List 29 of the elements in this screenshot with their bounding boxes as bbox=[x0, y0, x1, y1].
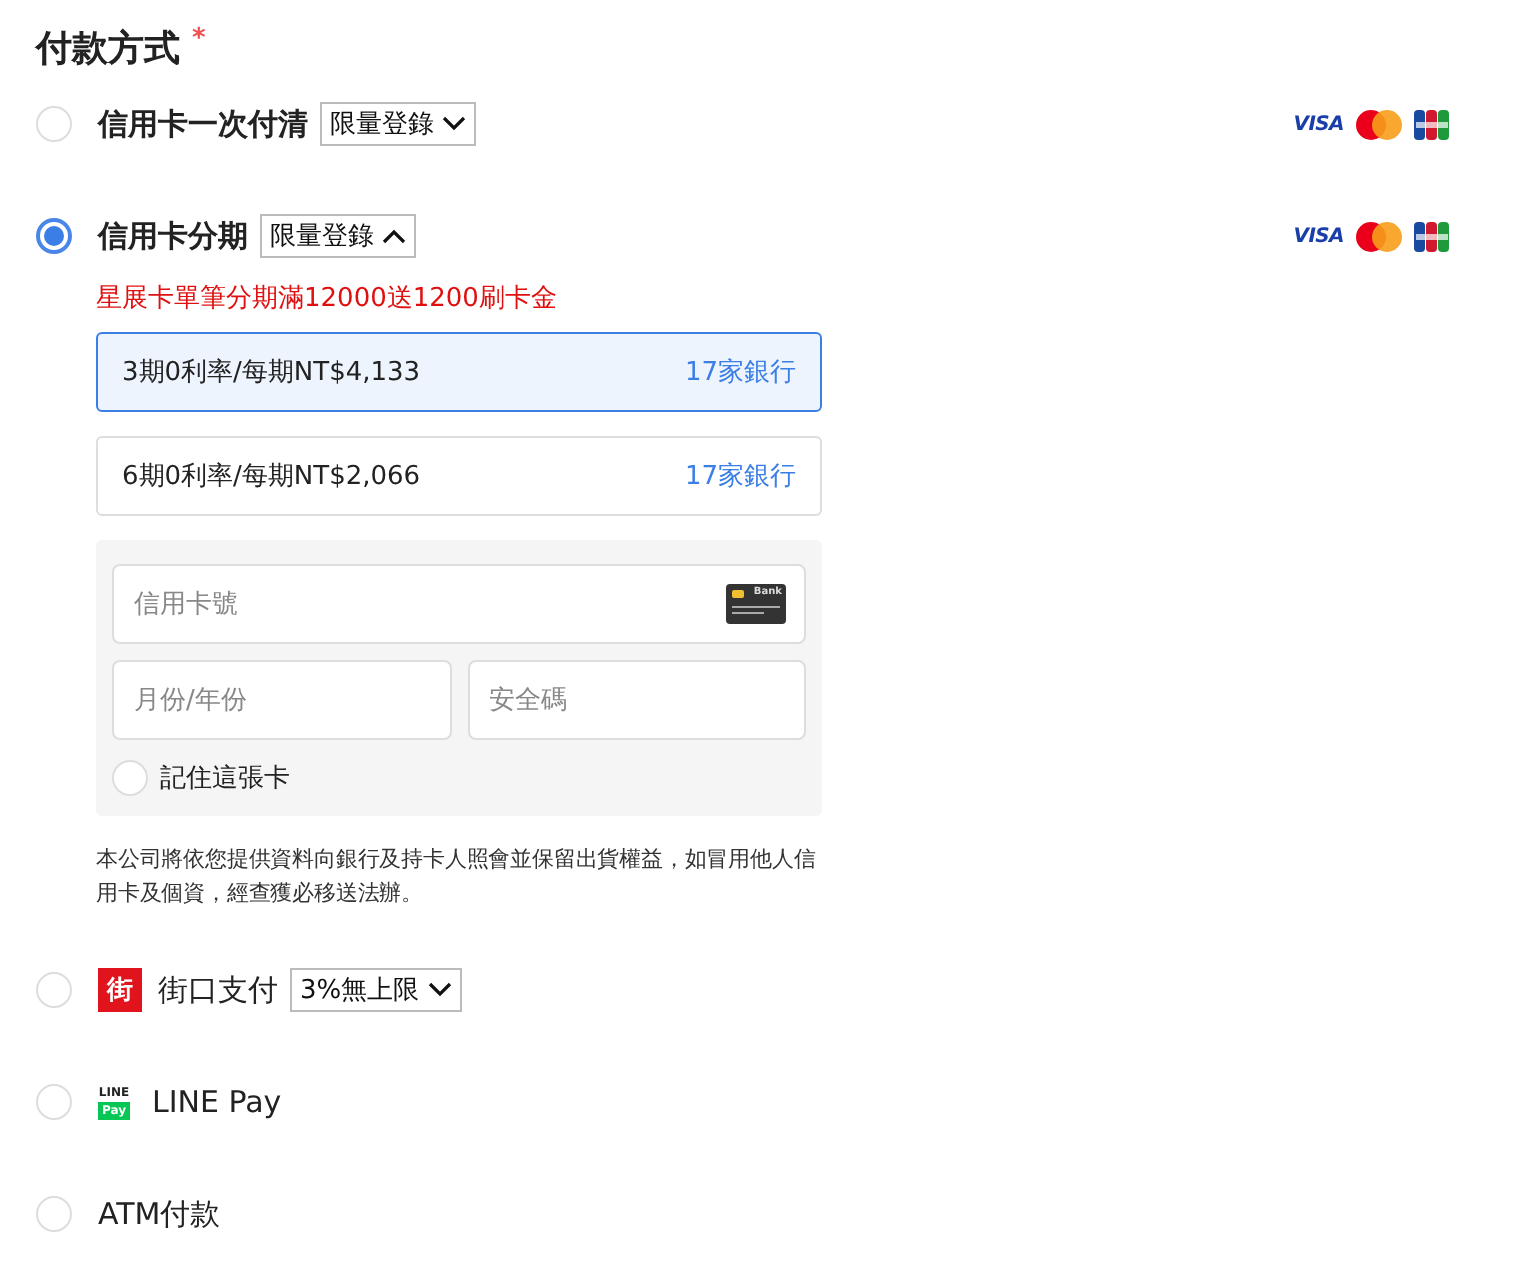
payment-method-label: 信用卡一次付清 bbox=[98, 105, 308, 143]
mastercard-icon bbox=[1356, 221, 1402, 251]
payment-radio[interactable] bbox=[36, 218, 72, 254]
payment-method-label: 信用卡分期 bbox=[98, 217, 248, 255]
jko-logo: 街 bbox=[98, 968, 142, 1012]
chevron-down-icon bbox=[427, 982, 452, 998]
jcb-icon bbox=[1414, 109, 1450, 139]
installment-option[interactable]: 3期0利率/每期NT$4,133 17家銀行 bbox=[96, 332, 822, 412]
expiry-field[interactable]: 月份/年份 bbox=[112, 660, 451, 740]
payment-method-label: ATM付款 bbox=[98, 1195, 221, 1233]
promo-dropdown[interactable]: 限量登錄 bbox=[320, 102, 476, 146]
payment-method-label: LINE Pay bbox=[152, 1084, 282, 1120]
mastercard-icon bbox=[1356, 109, 1402, 139]
promo-text: 星展卡單筆分期滿12000送1200刷卡金 bbox=[96, 282, 559, 316]
remember-card-radio[interactable] bbox=[112, 760, 148, 796]
notice-text: 本公司將依您提供資料向銀行及持卡人照會並保留出貨權益，如冒用他人信用卡及個資，經查獲必移送法辦。 bbox=[96, 844, 818, 910]
payment-method-label: 街口支付 bbox=[158, 971, 278, 1009]
promo-dropdown[interactable]: 3%無上限 bbox=[290, 968, 462, 1012]
installment-option[interactable]: 6期0利率/每期NT$2,066 17家銀行 bbox=[96, 436, 822, 516]
chevron-up-icon bbox=[382, 228, 406, 244]
section-title: 付款方式 bbox=[36, 26, 180, 72]
jcb-icon bbox=[1414, 221, 1450, 251]
required-mark: * bbox=[192, 24, 206, 54]
visa-logo: VISA bbox=[1293, 225, 1344, 247]
visa-logo: VISA bbox=[1293, 113, 1344, 135]
security-code-field[interactable]: 安全碼 bbox=[467, 660, 806, 740]
promo-dropdown[interactable]: 限量登錄 bbox=[260, 214, 416, 258]
remember-card-label: 記住這張卡 bbox=[160, 762, 290, 796]
chevron-down-icon bbox=[442, 116, 466, 132]
